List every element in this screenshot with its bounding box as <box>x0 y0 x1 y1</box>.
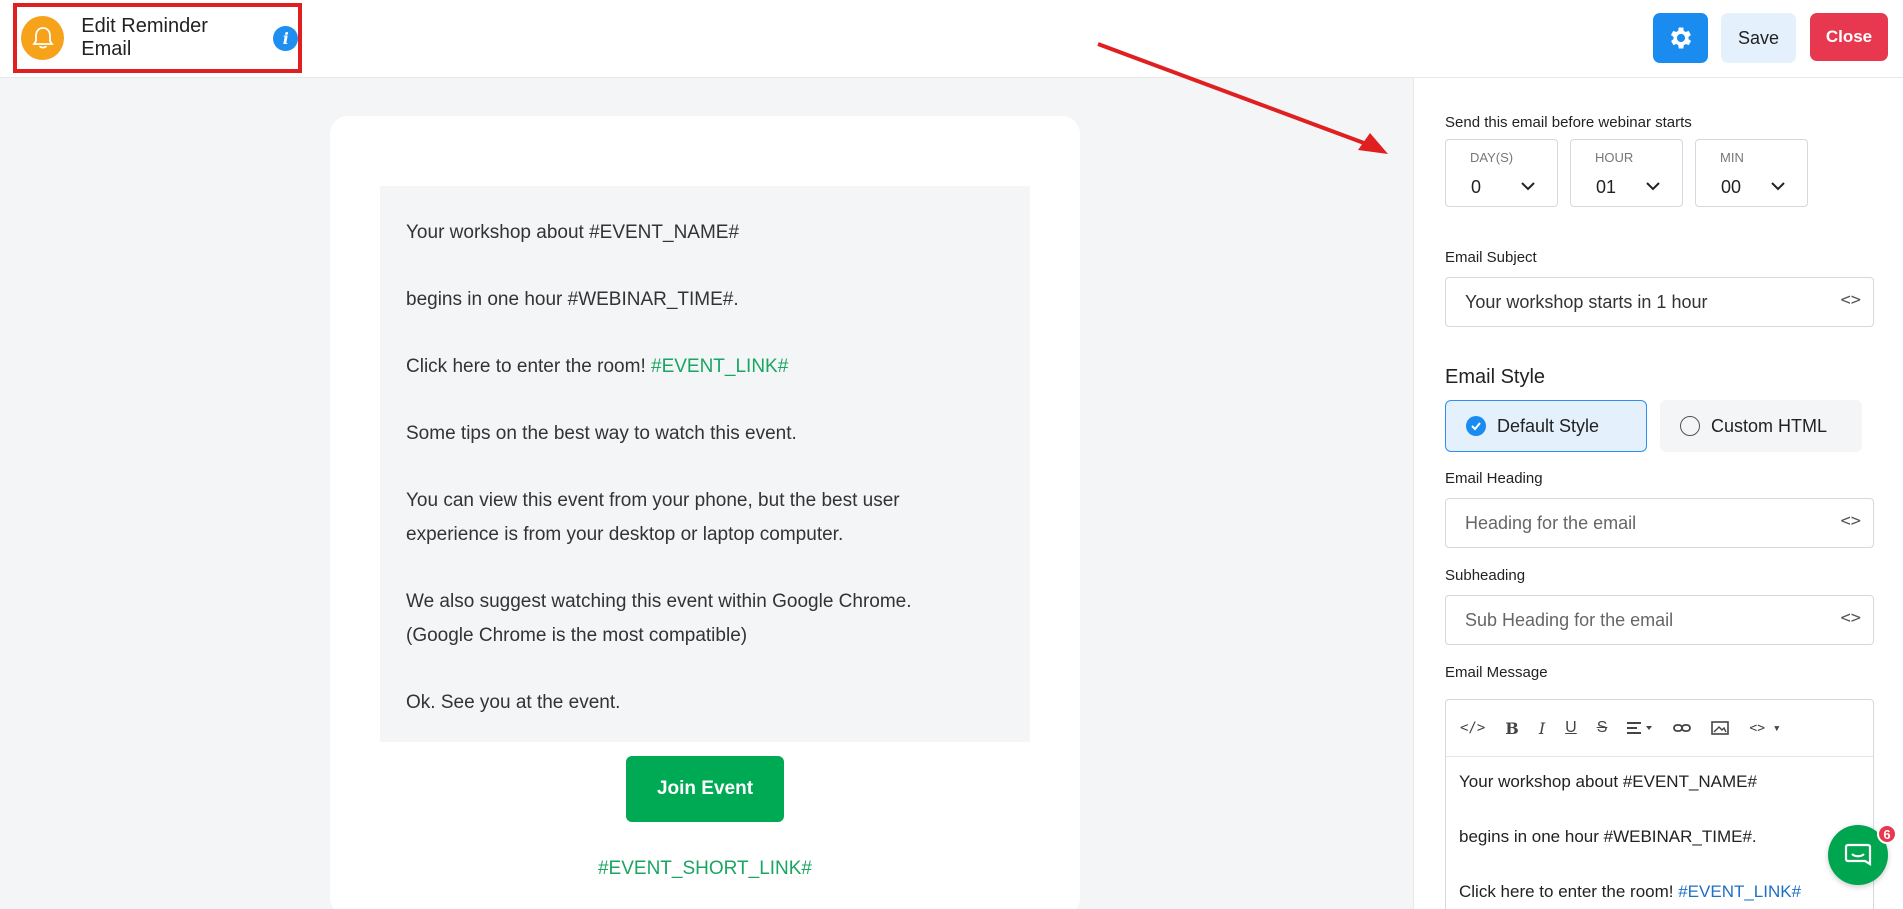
days-select[interactable]: DAY(S) 0 <box>1445 139 1558 207</box>
email-subject-label: Email Subject <box>1445 249 1537 266</box>
email-subject-value: Your workshop starts in 1 hour <box>1465 292 1708 312</box>
preview-line: begins in one hour #WEBINAR_TIME#. <box>406 289 739 310</box>
preview-line: Your workshop about #EVENT_NAME# <box>406 222 740 243</box>
gear-icon <box>1670 27 1691 49</box>
hour-label: HOUR <box>1595 150 1634 165</box>
code-dropdown-icon[interactable]: <> ▾ <box>1749 721 1780 736</box>
subheading-label: Subheading <box>1445 567 1526 584</box>
title-highlight-box: Edit Reminder Email i <box>13 3 302 73</box>
email-heading-placeholder: Heading for the email <box>1465 513 1637 533</box>
email-message-editor[interactable]: </> B I U S <> ▾ Your workshop about #EV… <box>1445 699 1874 909</box>
settings-button[interactable] <box>1653 13 1708 63</box>
editor-event-link[interactable]: #EVENT_LINK# <box>1678 882 1801 901</box>
email-style-title: Email Style <box>1445 366 1546 388</box>
preview-line: You can view this event from your phone,… <box>406 490 900 545</box>
email-heading-input[interactable]: Heading for the email <> <box>1445 498 1874 548</box>
email-preview-message: Your workshop about #EVENT_NAME# begins … <box>380 186 1030 742</box>
page-title: Edit Reminder Email <box>81 15 208 60</box>
email-preview-card: Your workshop about #EVENT_NAME# begins … <box>330 116 1080 909</box>
bold-icon[interactable]: B <box>1505 719 1519 738</box>
chat-icon <box>1844 843 1872 866</box>
min-label: MIN <box>1720 150 1744 165</box>
email-subject-input[interactable]: Your workshop starts in 1 hour <> <box>1445 277 1874 327</box>
min-select[interactable]: MIN 00 <box>1695 139 1808 207</box>
custom-html-label: Custom HTML <box>1711 415 1828 436</box>
hour-select[interactable]: HOUR 01 <box>1570 139 1683 207</box>
top-bar: Edit Reminder Email i Save Close <box>0 0 1903 78</box>
chevron-down-icon <box>1771 182 1785 191</box>
preview-line: Some tips on the best way to watch this … <box>406 423 797 444</box>
italic-icon[interactable]: I <box>1539 719 1545 738</box>
save-button[interactable]: Save <box>1721 13 1796 63</box>
join-event-button[interactable]: Join Event <box>626 756 784 822</box>
link-icon[interactable] <box>1673 722 1692 734</box>
info-icon[interactable]: i <box>273 25 299 51</box>
email-message-label: Email Message <box>1445 664 1548 681</box>
hour-value: 01 <box>1596 177 1617 197</box>
radio-icon <box>1680 416 1700 436</box>
editor-toolbar: </> B I U S <> ▾ <box>1446 700 1873 757</box>
subheading-input[interactable]: Sub Heading for the email <> <box>1445 595 1874 645</box>
bell-icon <box>21 16 65 60</box>
image-icon[interactable] <box>1711 720 1730 736</box>
close-button[interactable]: Close <box>1810 13 1888 61</box>
underline-icon[interactable]: U <box>1565 719 1577 737</box>
chevron-down-icon <box>1646 182 1660 191</box>
default-style-label: Default Style <box>1497 415 1600 436</box>
preview-line: Ok. See you at the event. <box>406 692 621 713</box>
days-label: DAY(S) <box>1470 150 1514 165</box>
preview-line: We also suggest watching this event with… <box>406 591 912 646</box>
preview-line: Click here to enter the room! #EVENT_LIN… <box>406 350 1004 384</box>
days-value: 0 <box>1471 177 1482 197</box>
custom-html-option[interactable]: Custom HTML <box>1660 400 1862 452</box>
strikethrough-icon[interactable]: S <box>1597 719 1608 737</box>
event-link-token: #EVENT_LINK# <box>651 356 789 377</box>
align-icon[interactable] <box>1627 721 1653 735</box>
settings-panel: Send this email before webinar starts DA… <box>1413 78 1903 909</box>
default-style-option[interactable]: Default Style <box>1445 400 1647 452</box>
code-icon[interactable]: <> <box>1841 290 1861 310</box>
code-icon[interactable]: <> <box>1841 608 1861 628</box>
editor-line-text: Click here to enter the room! <box>1459 882 1679 901</box>
code-view-icon[interactable]: </> <box>1460 720 1485 736</box>
email-heading-label: Email Heading <box>1445 470 1543 487</box>
send-before-label: Send this email before webinar starts <box>1445 114 1692 131</box>
code-icon[interactable]: <> <box>1841 511 1861 531</box>
annotation-arrow <box>1097 42 1388 154</box>
editor-content[interactable]: Your workshop about #EVENT_NAME# begins … <box>1446 757 1873 909</box>
preview-line-text: Click here to enter the room! <box>406 356 651 377</box>
subheading-placeholder: Sub Heading for the email <box>1465 610 1674 630</box>
notification-badge: 6 <box>1877 824 1897 844</box>
check-icon <box>1466 416 1486 436</box>
editor-line: Click here to enter the room! #EVENT_LIN… <box>1459 881 1860 903</box>
min-value: 00 <box>1721 177 1742 197</box>
editor-line: begins in one hour #WEBINAR_TIME#. <box>1459 827 1757 846</box>
event-short-link[interactable]: #EVENT_SHORT_LINK# <box>330 858 1080 880</box>
editor-line: Your workshop about #EVENT_NAME# <box>1459 772 1757 791</box>
chevron-down-icon <box>1521 182 1535 191</box>
